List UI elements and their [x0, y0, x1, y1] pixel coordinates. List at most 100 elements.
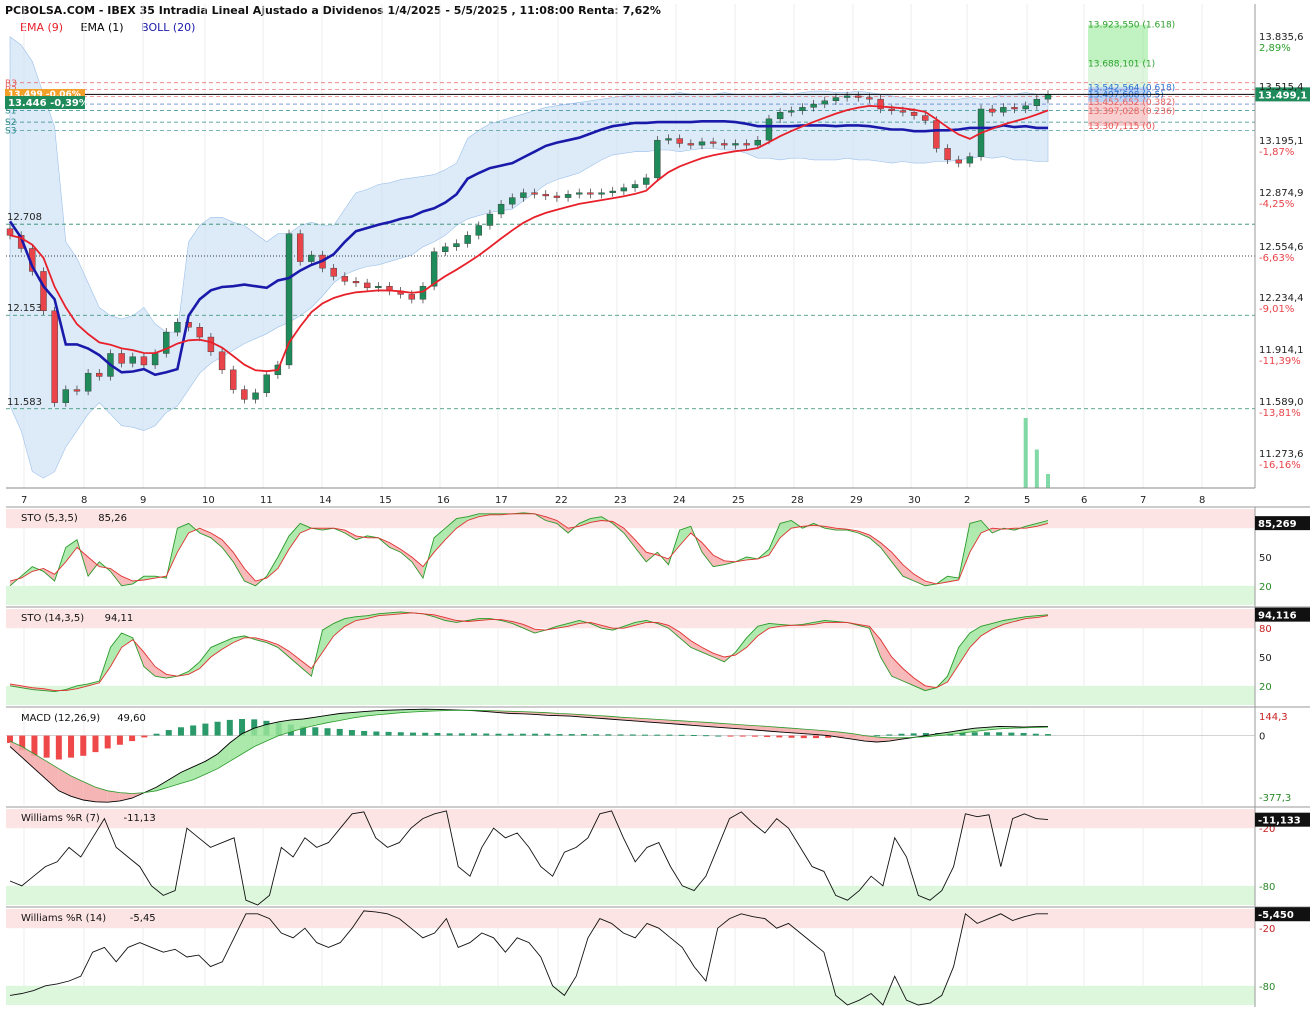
macd-hist-79	[971, 732, 978, 736]
candle-body-13	[151, 353, 159, 366]
y-tick-pct-0: 2,89%	[1259, 43, 1291, 54]
candle-body-3	[40, 271, 47, 312]
macd-hist-57	[703, 735, 710, 737]
y-tick-pct-8: -16,16%	[1259, 460, 1301, 471]
candle-body-65	[732, 143, 739, 146]
fib-label-6: 13.307,115 (0)	[1088, 122, 1155, 132]
candle-body-33	[375, 285, 382, 289]
level-label-2: 11.583	[7, 397, 42, 408]
candle-body-20	[230, 369, 237, 390]
candle-body-85	[955, 159, 962, 164]
macd-hist-26	[324, 728, 331, 736]
x-tick-18: 6	[1081, 495, 1087, 506]
sto2-tick-0: 80	[1259, 624, 1272, 635]
candle-body-17	[196, 327, 203, 338]
wr7-title: Williams %R (7)	[21, 813, 100, 824]
macd-hist-52	[642, 734, 649, 736]
x-tick-2: 9	[140, 495, 146, 506]
candle-body-73	[821, 100, 828, 105]
macd-hist-10	[129, 735, 136, 742]
sto1-value: 85,26	[98, 513, 127, 524]
candle-body-76	[855, 95, 862, 98]
candle-body-91	[1022, 105, 1029, 110]
macd-hist-50	[617, 734, 624, 736]
candle-body-93	[1044, 94, 1052, 100]
candle-body-79	[888, 108, 895, 111]
candle-body-36	[408, 294, 416, 300]
x-tick-7: 16	[437, 495, 450, 506]
candle-body-23	[263, 374, 270, 394]
macd-hist-6	[80, 735, 87, 756]
y-tick-pct-5: -9,01%	[1259, 304, 1294, 315]
volume-bar-91	[1023, 418, 1028, 488]
candle-body-49	[553, 195, 561, 198]
macd-hist-55	[678, 734, 685, 736]
candle-body-54	[609, 190, 616, 193]
macd-hist-60	[739, 735, 746, 737]
candle-body-38	[430, 251, 438, 287]
macd-hist-66	[812, 735, 819, 739]
macd-hist-71	[874, 735, 881, 737]
candle-body-41	[464, 235, 471, 244]
sto2-zone-1	[6, 685, 1255, 705]
macd-tick-1: 0	[1259, 732, 1265, 743]
sto2-value: 94,11	[105, 613, 134, 624]
candle-body-59	[665, 138, 672, 141]
candle-body-77	[866, 97, 873, 100]
y-tick-7: 11.589,0	[1259, 397, 1304, 408]
macd-hist-11	[141, 735, 148, 738]
fib-label-1: 13.688,101 (1)	[1088, 59, 1155, 69]
macd-hist-37	[458, 733, 465, 736]
x-tick-20: 8	[1199, 495, 1205, 506]
x-tick-4: 11	[260, 495, 273, 506]
candle-body-39	[442, 246, 449, 252]
fib-label-5: 13.397,028 (0.236)	[1088, 107, 1175, 117]
macd-hist-3	[43, 735, 50, 758]
sto2-fill-78	[880, 639, 892, 677]
macd-fill-4	[58, 768, 72, 797]
x-tick-1: 8	[81, 495, 87, 506]
sto1-tick-0: 50	[1259, 553, 1272, 564]
candle-body-66	[743, 143, 750, 146]
candle-body-50	[564, 194, 572, 198]
fib-label-0: 13.923,550 (1.618)	[1088, 21, 1175, 31]
candle-body-32	[363, 282, 371, 289]
candle-body-26	[296, 233, 304, 262]
candle-body-12	[140, 356, 148, 366]
candle-body-90	[1011, 107, 1018, 110]
macd-hist-62	[764, 735, 771, 738]
y-tick-1: 13.515,4	[1259, 82, 1304, 93]
wr14-tick-0: -20	[1259, 924, 1275, 935]
macd-hist-44	[544, 733, 551, 736]
candle-body-30	[341, 276, 349, 282]
candle-body-10	[118, 353, 125, 364]
x-tick-13: 28	[791, 495, 804, 506]
candle-body-56	[631, 184, 639, 188]
y-tick-pct-7: -13,81%	[1259, 408, 1301, 419]
pivot-label-6: S3	[5, 126, 16, 136]
macd-hist-5	[68, 735, 75, 758]
candle-body-6	[73, 389, 81, 392]
macd-hist-14	[177, 727, 184, 736]
macd-hist-4	[55, 735, 62, 760]
y-tick-0: 13.835,6	[1259, 32, 1304, 43]
y-tick-4: 12.554,6	[1259, 242, 1304, 253]
candle-body-69	[776, 112, 784, 120]
candle-body-60	[676, 138, 683, 144]
macd-hist-9	[116, 735, 123, 745]
macd-title: MACD (12,26,9)	[21, 713, 100, 724]
candle-body-80	[899, 110, 907, 113]
candle-body-82	[922, 115, 929, 121]
wr7-value: -11,13	[124, 813, 156, 824]
y-tick-pct-3: -4,25%	[1259, 199, 1294, 210]
x-tick-17: 5	[1024, 495, 1030, 506]
sto1-zone-0	[6, 509, 1255, 529]
x-tick-8: 17	[495, 495, 508, 506]
candle-body-68	[765, 118, 773, 141]
macd-hist-40	[495, 733, 502, 736]
macd-hist-47	[580, 734, 587, 736]
macd-hist-25	[312, 727, 319, 736]
macd-hist-80	[983, 732, 990, 736]
candle-body-31	[352, 281, 360, 284]
macd-hist-59	[727, 735, 734, 737]
